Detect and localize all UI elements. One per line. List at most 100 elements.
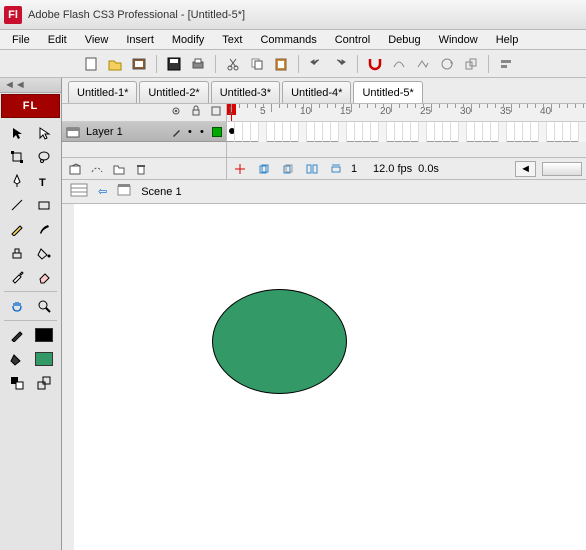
- tab-untitled-3[interactable]: Untitled-3*: [211, 81, 280, 103]
- pencil-tool[interactable]: [4, 217, 31, 241]
- tab-untitled-4[interactable]: Untitled-4*: [282, 81, 351, 103]
- layer-color-swatch: [212, 127, 222, 137]
- tools-panel-collapse[interactable]: ◄◄: [0, 78, 61, 93]
- menu-file[interactable]: File: [4, 32, 38, 48]
- toolbar-sep: [215, 55, 216, 73]
- fl-badge: FL: [1, 94, 60, 118]
- straighten-button[interactable]: [412, 53, 434, 75]
- new-folder-button[interactable]: [110, 160, 128, 178]
- subselection-tool[interactable]: [31, 121, 58, 145]
- copy-button[interactable]: [246, 53, 268, 75]
- rotate-button[interactable]: [436, 53, 458, 75]
- delete-layer-button[interactable]: [132, 160, 150, 178]
- menu-commands[interactable]: Commands: [252, 32, 324, 48]
- show-hide-icon[interactable]: [170, 105, 182, 120]
- tab-untitled-5[interactable]: Untitled-5*: [353, 81, 422, 103]
- line-tool[interactable]: [4, 193, 31, 217]
- toolbar-sep: [357, 55, 358, 73]
- layer-icon: [66, 125, 80, 139]
- cut-button[interactable]: [222, 53, 244, 75]
- paste-button[interactable]: [270, 53, 292, 75]
- menu-window[interactable]: Window: [431, 32, 486, 48]
- menu-debug[interactable]: Debug: [380, 32, 428, 48]
- tab-untitled-1[interactable]: Untitled-1*: [68, 81, 137, 103]
- paint-bucket-tool[interactable]: [31, 241, 58, 265]
- toolbar-sep: [156, 55, 157, 73]
- oval-shape[interactable]: [212, 289, 347, 394]
- print-button[interactable]: [187, 53, 209, 75]
- timeline-frames[interactable]: [227, 122, 586, 142]
- layer-1[interactable]: Layer 1 • •: [62, 122, 226, 142]
- redo-button[interactable]: [329, 53, 351, 75]
- current-frame: 1: [351, 163, 367, 175]
- new-layer-button[interactable]: [66, 160, 84, 178]
- scrollbar-thumb[interactable]: [542, 162, 582, 176]
- menu-modify[interactable]: Modify: [164, 32, 212, 48]
- browse-button[interactable]: [128, 53, 150, 75]
- svg-text:T: T: [39, 177, 46, 188]
- edit-multiple-frames-button[interactable]: [303, 160, 321, 178]
- onion-skin-outlines-button[interactable]: [279, 160, 297, 178]
- main-toolbar: [0, 50, 586, 78]
- document-tabs: Untitled-1* Untitled-2* Untitled-3* Unti…: [62, 78, 586, 104]
- fill-swatch-color: [35, 352, 53, 366]
- smooth-button[interactable]: [388, 53, 410, 75]
- lock-icon[interactable]: [190, 105, 202, 120]
- zoom-tool[interactable]: [31, 294, 58, 318]
- ink-bottle-tool[interactable]: [4, 241, 31, 265]
- window-title: Adobe Flash CS3 Professional - [Untitled…: [28, 9, 245, 21]
- app-logo-icon: Fl: [4, 6, 22, 24]
- brush-tool[interactable]: [31, 217, 58, 241]
- pen-tool[interactable]: [4, 169, 31, 193]
- outline-icon[interactable]: [210, 105, 222, 120]
- toolbar-sep: [298, 55, 299, 73]
- timeline-status: 1 12.0 fps 0.0s ◄: [62, 158, 586, 180]
- fill-swatch[interactable]: [31, 347, 58, 371]
- stage-canvas[interactable]: [62, 204, 586, 550]
- hand-tool[interactable]: [4, 294, 31, 318]
- toolbar-sep: [488, 55, 489, 73]
- free-transform-tool[interactable]: [4, 145, 31, 169]
- timeline-ruler[interactable]: 1510152025303540: [227, 104, 586, 122]
- undo-button[interactable]: [305, 53, 327, 75]
- onion-skin-button[interactable]: [255, 160, 273, 178]
- rectangle-tool[interactable]: [31, 193, 58, 217]
- edit-bar: ⇦ Scene 1: [62, 180, 586, 204]
- menu-help[interactable]: Help: [488, 32, 527, 48]
- pencil-icon: [172, 127, 182, 137]
- text-tool[interactable]: T: [31, 169, 58, 193]
- eyedropper-tool[interactable]: [4, 265, 31, 289]
- swap-colors-button[interactable]: [31, 371, 58, 395]
- elapsed-time: 0.0s: [418, 163, 439, 175]
- menu-edit[interactable]: Edit: [40, 32, 75, 48]
- stroke-swatch[interactable]: [31, 323, 58, 347]
- menu-control[interactable]: Control: [327, 32, 378, 48]
- align-button[interactable]: [495, 53, 517, 75]
- layer-name: Layer 1: [86, 126, 123, 138]
- tab-untitled-2[interactable]: Untitled-2*: [139, 81, 208, 103]
- scale-button[interactable]: [460, 53, 482, 75]
- timeline-panel: Layer 1 • • 1510152025303540: [62, 104, 586, 158]
- tools-panel: ◄◄ FL T: [0, 78, 62, 550]
- menu-view[interactable]: View: [77, 32, 117, 48]
- timeline-toggle-icon[interactable]: [70, 183, 88, 200]
- lasso-tool[interactable]: [31, 145, 58, 169]
- save-button[interactable]: [163, 53, 185, 75]
- menu-bar: File Edit View Insert Modify Text Comman…: [0, 30, 586, 50]
- menu-text[interactable]: Text: [214, 32, 250, 48]
- new-button[interactable]: [80, 53, 102, 75]
- menu-insert[interactable]: Insert: [118, 32, 162, 48]
- motion-guide-button[interactable]: [88, 160, 106, 178]
- modify-onion-markers-button[interactable]: [327, 160, 345, 178]
- fill-color[interactable]: [4, 347, 31, 371]
- snap-button[interactable]: [364, 53, 386, 75]
- scene-name: Scene 1: [141, 186, 181, 198]
- selection-tool[interactable]: [4, 121, 31, 145]
- black-white-button[interactable]: [4, 371, 31, 395]
- center-frame-button[interactable]: [231, 160, 249, 178]
- scroll-left-button[interactable]: ◄: [515, 161, 536, 177]
- eraser-tool[interactable]: [31, 265, 58, 289]
- stroke-color[interactable]: [4, 323, 31, 347]
- back-arrow-icon[interactable]: ⇦: [98, 185, 107, 198]
- open-button[interactable]: [104, 53, 126, 75]
